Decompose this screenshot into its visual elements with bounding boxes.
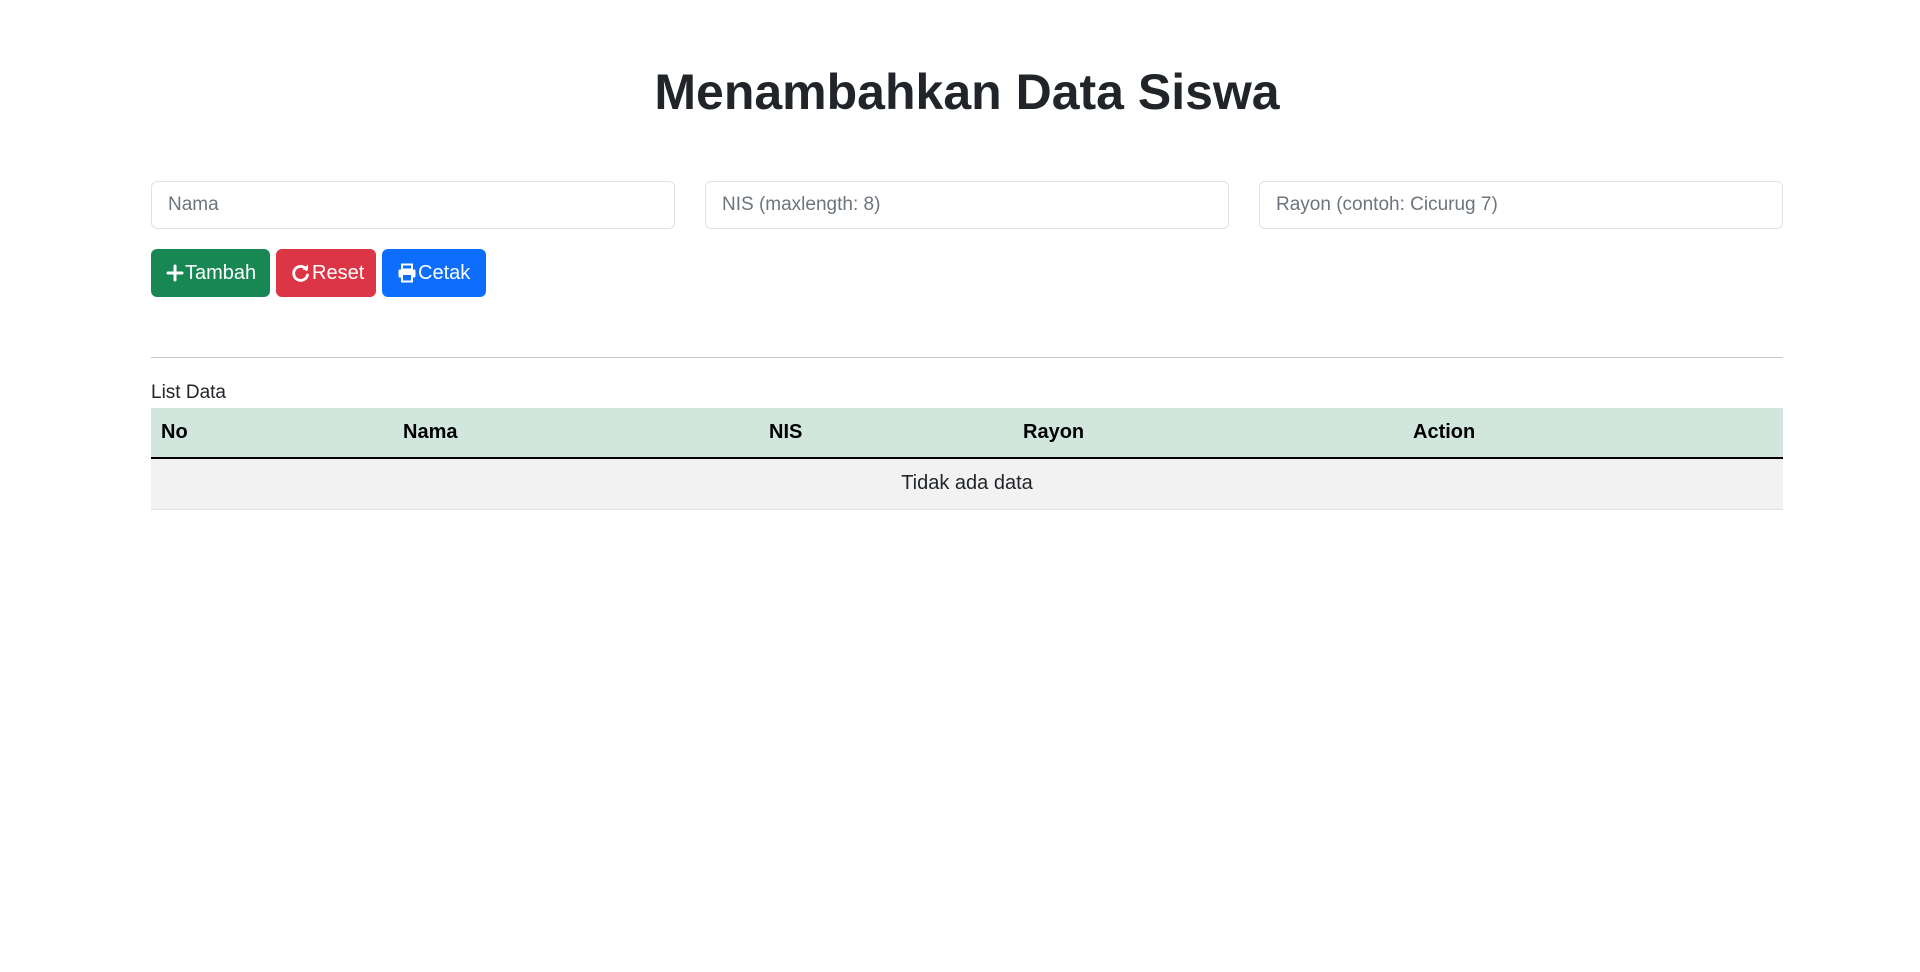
student-form xyxy=(151,181,1783,229)
data-table: No Nama NIS Rayon Action Tidak ada data xyxy=(151,408,1783,510)
rayon-input[interactable] xyxy=(1259,181,1783,229)
nis-input[interactable] xyxy=(705,181,1229,229)
cetak-button[interactable]: Cetak xyxy=(382,249,486,297)
tambah-label: Tambah xyxy=(185,261,257,284)
cetak-label: Cetak xyxy=(418,261,471,284)
table-row: Tidak ada data xyxy=(151,458,1783,510)
page-title: Menambahkan Data Siswa xyxy=(654,64,1280,120)
column-header-rayon: Rayon xyxy=(1013,408,1403,459)
plus-icon xyxy=(166,263,184,283)
column-header-nama: Nama xyxy=(393,408,759,459)
column-header-action: Action xyxy=(1403,408,1783,459)
empty-message: Tidak ada data xyxy=(151,458,1783,510)
divider xyxy=(151,357,1783,358)
table-header: No Nama NIS Rayon Action xyxy=(151,408,1783,459)
column-header-nis: NIS xyxy=(759,408,1013,459)
tambah-button[interactable]: Tambah xyxy=(151,249,270,297)
reset-label: Reset xyxy=(312,261,365,284)
printer-icon xyxy=(397,263,417,283)
refresh-icon xyxy=(291,263,311,283)
column-header-no: No xyxy=(151,408,393,459)
page: Menambahkan Data Siswa Tambah xyxy=(0,0,1920,972)
table-header-row: No Nama NIS Rayon Action xyxy=(151,408,1783,459)
table-body: Tidak ada data xyxy=(151,458,1783,510)
nama-input[interactable] xyxy=(151,181,675,229)
list-label: List Data xyxy=(151,382,226,403)
reset-button[interactable]: Reset xyxy=(276,249,376,297)
